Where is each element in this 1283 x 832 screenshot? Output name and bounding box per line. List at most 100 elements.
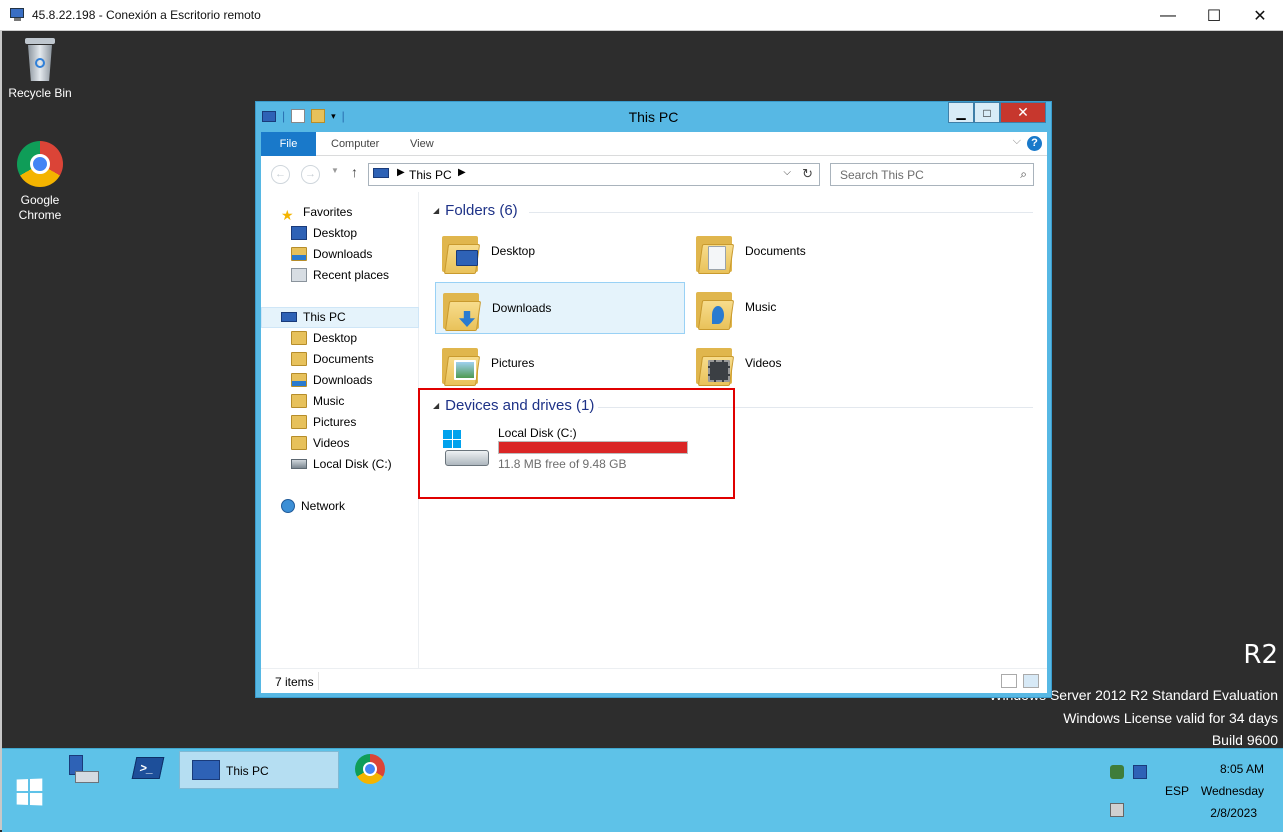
- desktop-icon-google-chrome[interactable]: Google Chrome: [2, 141, 78, 223]
- address-bar[interactable]: ▶ This PC ▶ ⌵ ↻: [368, 163, 820, 186]
- desktop-icon-label: Recycle Bin: [8, 86, 72, 100]
- ribbon: File Computer View ⌵ ?: [261, 132, 1047, 156]
- back-button[interactable]: ←: [271, 165, 290, 184]
- nav-pc-downloads[interactable]: Downloads: [291, 370, 372, 390]
- tab-view[interactable]: View: [410, 132, 434, 156]
- expand-ribbon-icon[interactable]: ⌵: [1013, 135, 1021, 148]
- nav-label: Desktop: [313, 226, 358, 240]
- collapse-triangle-icon[interactable]: ◢: [433, 206, 439, 215]
- folder-tile-documents[interactable]: Documents: [689, 226, 939, 278]
- folder-tile-downloads[interactable]: Downloads: [435, 282, 685, 334]
- nav-label: Favorites: [303, 205, 353, 219]
- folder-label: Videos: [745, 356, 782, 370]
- desktop-icon: [291, 225, 307, 240]
- clock-time[interactable]: 8:05 AM: [1192, 762, 1264, 776]
- nav-label: Music: [313, 394, 345, 408]
- desktop-icon-recycle-bin[interactable]: Recycle Bin: [2, 38, 78, 101]
- explorer-title-bar[interactable]: | ▾ | This PC ▁ □ ✕: [256, 102, 1051, 132]
- folder-label: Documents: [745, 244, 806, 258]
- nav-label: Videos: [313, 436, 350, 450]
- desktop-folder-icon: [291, 330, 307, 345]
- nav-label: Documents: [313, 352, 374, 366]
- minimize-button[interactable]: ▁: [948, 102, 974, 123]
- downloads-folder-icon: [443, 289, 482, 331]
- forward-button[interactable]: →: [301, 165, 320, 184]
- nav-pc-music[interactable]: Music: [291, 391, 344, 411]
- nav-network[interactable]: Network: [281, 496, 345, 516]
- maximize-button[interactable]: □: [974, 102, 1000, 123]
- nav-pc-videos[interactable]: Videos: [291, 433, 349, 453]
- folder-tile-videos[interactable]: Videos: [689, 338, 939, 390]
- recent-places-icon: [291, 267, 307, 282]
- nav-pc-desktop[interactable]: Desktop: [291, 328, 357, 348]
- search-box[interactable]: Search This PC ⌕: [830, 163, 1034, 186]
- clock-date[interactable]: 2/8/2023: [1192, 806, 1257, 820]
- search-icon[interactable]: ⌕: [1020, 167, 1027, 182]
- nav-label: Local Disk (C:): [313, 457, 392, 471]
- help-icon[interactable]: ?: [1027, 136, 1042, 151]
- action-center-icon[interactable]: [1110, 765, 1124, 779]
- folder-tile-music[interactable]: Music: [689, 282, 939, 334]
- documents-folder-icon: [696, 232, 735, 274]
- tab-computer[interactable]: Computer: [331, 132, 379, 156]
- hard-drive-icon: [291, 458, 307, 469]
- status-bar: 7 items: [261, 668, 1047, 693]
- rdp-maximize-button[interactable]: ☐: [1191, 0, 1237, 31]
- highlight-annotation-box: [418, 388, 735, 499]
- rdp-close-button[interactable]: ✕: [1237, 0, 1283, 31]
- folder-label: Music: [745, 300, 777, 314]
- clock-day[interactable]: Wednesday: [1192, 784, 1264, 798]
- search-placeholder[interactable]: Search This PC: [840, 168, 924, 182]
- rdp-minimize-button[interactable]: —: [1145, 0, 1191, 31]
- powershell-icon[interactable]: >_: [131, 757, 165, 779]
- nav-fav-desktop[interactable]: Desktop: [291, 223, 357, 243]
- folder-label: Pictures: [491, 356, 535, 370]
- chrome-icon: [17, 141, 63, 187]
- desktop-icon-label: Google Chrome: [18, 193, 62, 222]
- server-manager-icon[interactable]: [69, 755, 99, 785]
- language-indicator[interactable]: ESP: [1165, 784, 1189, 798]
- chrome-icon[interactable]: [355, 754, 385, 784]
- computer-icon: [192, 760, 220, 780]
- window-title: This PC: [628, 109, 679, 125]
- desktop-folder-icon: [442, 232, 481, 274]
- taskbar-item-this-pc[interactable]: This PC: [179, 751, 339, 789]
- recent-locations-icon[interactable]: ▼: [331, 166, 339, 175]
- tab-file[interactable]: File: [261, 132, 316, 156]
- recycle-bin-icon: [23, 38, 57, 82]
- breadcrumb-this-pc[interactable]: This PC: [409, 168, 452, 182]
- chevron-down-icon[interactable]: ⌵: [783, 167, 791, 178]
- nav-pc-documents[interactable]: Documents: [291, 349, 374, 369]
- nav-pc-local-disk[interactable]: Local Disk (C:): [291, 454, 392, 474]
- folder-tile-desktop[interactable]: Desktop: [435, 226, 685, 278]
- computer-icon: [373, 168, 389, 178]
- folder-label: Downloads: [492, 301, 552, 315]
- nav-label: Network: [301, 499, 346, 513]
- rdp-window-title: 45.8.22.198 - Conexión a Escritorio remo…: [32, 8, 261, 22]
- details-view-icon[interactable]: [1001, 674, 1017, 688]
- nav-pc-pictures[interactable]: Pictures: [291, 412, 356, 432]
- refresh-icon[interactable]: ↻: [802, 166, 813, 182]
- nav-this-pc[interactable]: This PC: [281, 307, 346, 327]
- nav-fav-downloads[interactable]: Downloads: [291, 244, 372, 264]
- nav-fav-recent-places[interactable]: Recent places: [291, 265, 389, 285]
- folder-tile-pictures[interactable]: Pictures: [435, 338, 685, 390]
- large-icons-view-icon[interactable]: [1023, 674, 1039, 688]
- nav-favorites[interactable]: ★ Favorites: [281, 202, 353, 223]
- start-button[interactable]: [16, 778, 43, 806]
- chevron-right-icon[interactable]: ▶: [397, 167, 405, 178]
- remote-desktop-icon: [10, 8, 26, 22]
- item-count: 7 items: [275, 675, 314, 689]
- up-button[interactable]: ↑: [351, 164, 358, 180]
- navigation-bar: ← → ▼ ↑ ▶ This PC ▶ ⌵ ↻ Search This PC ⌕: [261, 156, 1047, 192]
- nav-label: Downloads: [313, 247, 373, 261]
- pictures-folder-icon: [442, 344, 481, 386]
- downloads-folder-icon: [291, 246, 307, 261]
- network-status-icon[interactable]: [1133, 765, 1147, 779]
- volume-muted-icon[interactable]: [1110, 803, 1124, 817]
- computer-icon: [281, 311, 297, 322]
- close-button[interactable]: ✕: [1000, 102, 1046, 123]
- chevron-right-icon[interactable]: ▶: [458, 167, 466, 178]
- folders-group-header[interactable]: ◢ Folders (6): [433, 202, 1033, 219]
- watermark-build: Build 9600: [1211, 732, 1278, 748]
